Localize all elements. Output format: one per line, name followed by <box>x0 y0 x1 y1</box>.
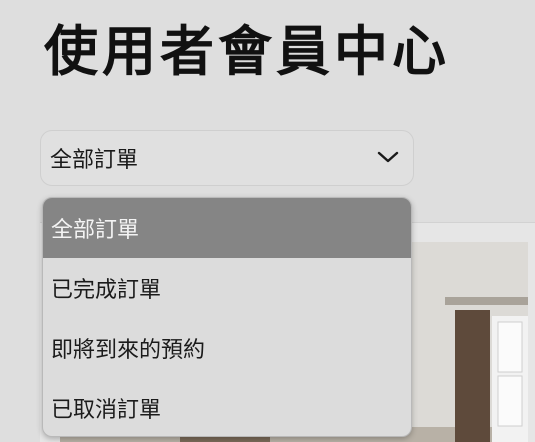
option-all-orders[interactable]: 全部訂單 <box>43 198 411 258</box>
order-filter-select[interactable]: 全部訂單 <box>40 130 414 186</box>
option-cancelled-orders[interactable]: 已取消訂單 <box>43 378 411 436</box>
option-upcoming-bookings[interactable]: 即將到來的預約 <box>43 318 411 378</box>
order-filter-menu: 全部訂單 已完成訂單 即將到來的預約 已取消訂單 <box>42 197 412 437</box>
chevron-down-icon <box>377 151 399 163</box>
option-completed-orders[interactable]: 已完成訂單 <box>43 258 411 318</box>
page-title: 使用者會員中心 <box>44 20 450 83</box>
order-filter-value: 全部訂單 <box>50 148 139 173</box>
